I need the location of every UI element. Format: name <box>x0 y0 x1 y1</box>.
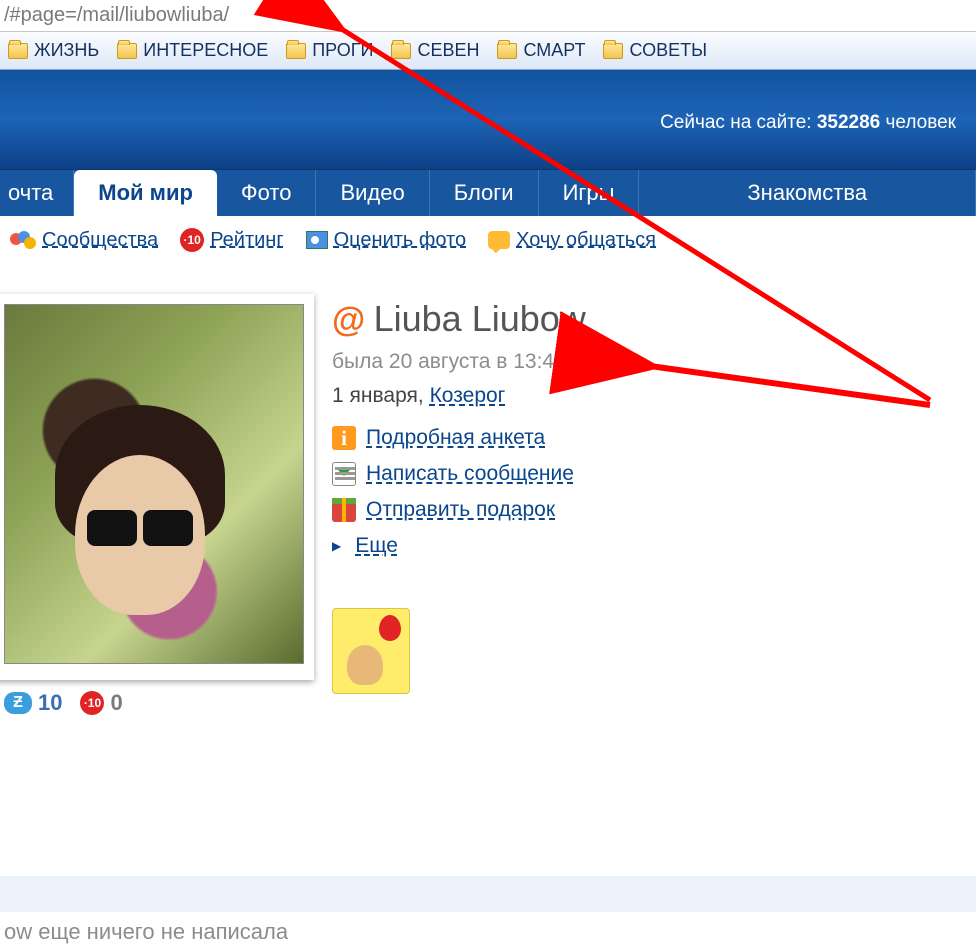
gift-icon <box>332 498 356 522</box>
birth-info: 1 января, Козерог <box>332 384 976 408</box>
bookmark-item[interactable]: ПРОГИ <box>286 40 373 61</box>
tab-games[interactable]: Игры <box>539 170 640 216</box>
action-details[interactable]: i Подробная анкета <box>332 426 976 450</box>
info-icon: i <box>332 426 356 450</box>
profile-photo[interactable] <box>4 304 304 664</box>
empty-status: ow еще ничего не написала <box>0 912 976 952</box>
tab-mail[interactable]: очта <box>0 170 74 216</box>
action-gift[interactable]: Отправить подарок <box>332 498 976 522</box>
camera-icon <box>306 231 328 249</box>
online-counter: Сейчас на сайте: 352286 человек <box>660 112 956 134</box>
folder-icon <box>391 43 411 59</box>
folder-icon <box>8 43 28 59</box>
sublink-rate-photo[interactable]: Оценить фото <box>306 229 466 252</box>
photo-column: Ƶ 10 ·10 0 <box>0 294 314 716</box>
folder-icon <box>117 43 137 59</box>
folder-icon <box>286 43 306 59</box>
main-nav: очта Мой мир Фото Видео Блоги Игры Знако… <box>0 170 976 216</box>
at-icon: @ <box>332 301 365 339</box>
profile-info: @ Liuba Liubow была 20 августа в 13:49 1… <box>332 294 976 716</box>
last-seen: была 20 августа в 13:49 <box>332 350 976 374</box>
photo-stats: Ƶ 10 ·10 0 <box>0 690 314 716</box>
gift-thumbnail[interactable] <box>332 608 410 694</box>
bookmark-label: ПРОГИ <box>312 40 373 61</box>
bookmark-label: СОВЕТЫ <box>629 40 707 61</box>
message-icon <box>332 462 356 486</box>
bookmark-label: СЕВЕН <box>417 40 479 61</box>
tab-video[interactable]: Видео <box>316 170 429 216</box>
folder-icon <box>497 43 517 59</box>
profile-photo-card <box>0 294 314 680</box>
profile-actions: i Подробная анкета Написать сообщение От… <box>332 426 976 558</box>
bookmark-label: ЖИЗНЬ <box>34 40 99 61</box>
site-header: Сейчас на сайте: 352286 человек <box>0 70 976 170</box>
stat-friends[interactable]: Ƶ 10 <box>4 690 62 716</box>
profile-title-row: @ Liuba Liubow <box>332 298 976 340</box>
sublink-communities[interactable]: Сообщества <box>10 229 158 252</box>
bookmark-item[interactable]: СЕВЕН <box>391 40 479 61</box>
action-more[interactable]: ▶ Еще <box>332 534 976 558</box>
rating-icon: ·10 <box>180 228 204 252</box>
tab-photo[interactable]: Фото <box>217 170 317 216</box>
page-bottom: ow еще ничего не написала <box>0 876 976 952</box>
chat-icon <box>488 231 510 249</box>
sub-nav: Сообщества ·10 Рейтинг Оценить фото Хочу… <box>0 216 976 264</box>
bear-icon <box>347 645 383 685</box>
bookmarks-toolbar: ЖИЗНЬ ИНТЕРЕСНОЕ ПРОГИ СЕВЕН СМАРТ СОВЕТ… <box>0 32 976 70</box>
groups-icon <box>10 231 36 249</box>
profile-content: Ƶ 10 ·10 0 @ Liuba Liubow была 20 август… <box>0 264 976 716</box>
friends-icon: Ƶ <box>4 692 32 714</box>
rating-icon: ·10 <box>80 691 104 715</box>
url-path: /#page=/mail/liubowliuba/ <box>4 4 229 27</box>
bookmark-item[interactable]: ЖИЗНЬ <box>8 40 99 61</box>
tab-blogs[interactable]: Блоги <box>430 170 539 216</box>
action-message[interactable]: Написать сообщение <box>332 462 976 486</box>
stat-rating[interactable]: ·10 0 <box>80 690 122 716</box>
sublink-rating[interactable]: ·10 Рейтинг <box>180 228 283 252</box>
tab-dating[interactable]: Знакомства <box>639 170 976 216</box>
sublink-want-chat[interactable]: Хочу общаться <box>488 229 656 252</box>
bookmark-label: ИНТЕРЕСНОЕ <box>143 40 268 61</box>
bookmark-item[interactable]: СОВЕТЫ <box>603 40 707 61</box>
bookmark-item[interactable]: СМАРТ <box>497 40 585 61</box>
folder-icon <box>603 43 623 59</box>
bookmark-item[interactable]: ИНТЕРЕСНОЕ <box>117 40 268 61</box>
tab-my-world[interactable]: Мой мир <box>74 170 217 216</box>
profile-name: Liuba Liubow <box>374 298 586 339</box>
triangle-icon: ▶ <box>332 539 341 553</box>
balloon-icon <box>379 615 401 641</box>
url-bar[interactable]: /#page=/mail/liubowliuba/ <box>0 0 976 32</box>
bookmark-label: СМАРТ <box>523 40 585 61</box>
zodiac-link[interactable]: Козерог <box>430 384 506 407</box>
